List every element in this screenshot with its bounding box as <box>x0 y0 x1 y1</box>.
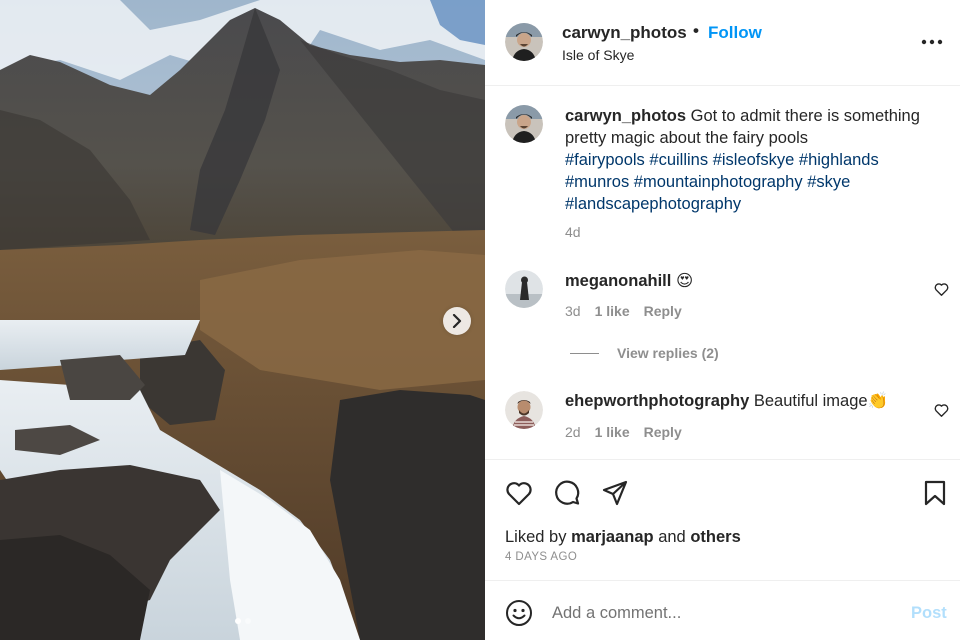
hashtag-link[interactable]: #munros <box>565 173 629 191</box>
caption-hashtags: #fairypools #cuillins #isleofskye #highl… <box>565 149 945 215</box>
liked-by-others-link[interactable]: others <box>690 528 740 546</box>
view-replies-divider <box>570 352 599 354</box>
post-author-username[interactable]: carwyn_photos <box>562 23 687 43</box>
comment-button[interactable] <box>553 479 581 507</box>
avatar[interactable] <box>505 391 543 429</box>
liked-by-user-link[interactable]: marjaanap <box>571 528 654 546</box>
comment-meta: 3d 1 like Reply <box>565 303 682 319</box>
comment-meta: 2d 1 like Reply <box>565 424 682 440</box>
bookmark-icon <box>924 480 946 506</box>
heart-icon <box>934 283 949 296</box>
hashtag-link[interactable]: #cuillins <box>649 151 708 169</box>
comment-text: 😍 <box>675 272 694 290</box>
post-details-panel: carwyn_photos • Follow Isle of Skye carw… <box>485 0 960 640</box>
carousel-dot-active <box>234 618 241 624</box>
follow-button[interactable]: Follow <box>708 23 762 43</box>
carousel-dot <box>244 618 251 624</box>
caption-username[interactable]: carwyn_photos <box>565 107 686 125</box>
comment-like-button[interactable] <box>934 282 949 296</box>
avatar[interactable] <box>505 23 543 61</box>
post-photo[interactable] <box>0 0 485 640</box>
paper-plane-icon <box>602 480 628 506</box>
view-replies-button[interactable]: View replies (2) <box>570 345 719 361</box>
comment-like-count[interactable]: 1 like <box>595 424 630 440</box>
save-button[interactable] <box>922 479 950 507</box>
comment-text: Beautiful image👏 <box>753 392 889 410</box>
hashtag-link[interactable]: #landscapephotography <box>565 195 741 213</box>
comment-input[interactable] <box>552 600 892 626</box>
liked-by-summary: Liked by marjaanap and others <box>505 528 741 547</box>
more-options-icon <box>921 39 943 45</box>
separator-dot: • <box>693 21 699 40</box>
hashtag-link[interactable]: #highlands <box>799 151 879 169</box>
comment-username[interactable]: ehepworthphotography <box>565 392 749 410</box>
post-header: carwyn_photos • Follow Isle of Skye <box>485 0 960 86</box>
comment-like-button[interactable] <box>934 403 949 417</box>
author-avatar-image <box>505 105 543 143</box>
comment-timestamp[interactable]: 3d <box>565 303 581 319</box>
reply-button[interactable]: Reply <box>644 303 682 319</box>
more-options-button[interactable] <box>921 38 943 46</box>
hashtag-link[interactable]: #fairypools <box>565 151 645 169</box>
next-slide-button[interactable] <box>443 307 471 335</box>
emoji-picker-button[interactable] <box>505 599 533 627</box>
author-avatar-image <box>505 23 543 61</box>
like-button[interactable] <box>505 479 533 507</box>
hashtag-link[interactable]: #mountainphotography <box>634 173 803 191</box>
chevron-right-icon <box>452 314 462 328</box>
comment-username[interactable]: meganonahill <box>565 272 671 290</box>
reply-button[interactable]: Reply <box>644 424 682 440</box>
commenter-avatar-image <box>505 391 543 429</box>
avatar[interactable] <box>505 105 543 143</box>
hashtag-link[interactable]: #skye <box>807 173 850 191</box>
liked-by-prefix: Liked by <box>505 528 567 546</box>
hashtag-link[interactable]: #isleofskye <box>713 151 795 169</box>
comment-composer: Post <box>485 580 960 640</box>
comment-bubble-icon <box>555 480 580 505</box>
post-location[interactable]: Isle of Skye <box>562 47 634 63</box>
comment-timestamp[interactable]: 2d <box>565 424 581 440</box>
avatar[interactable] <box>505 270 543 308</box>
mountain-waterfall-photo <box>0 0 485 640</box>
commenter-avatar-image <box>505 270 543 308</box>
comment-like-count[interactable]: 1 like <box>595 303 630 319</box>
comment-body: meganonahill 😍 <box>565 271 693 291</box>
heart-icon <box>506 482 532 506</box>
post-comment-button[interactable]: Post <box>911 604 947 623</box>
post-caption: carwyn_photos Got to admit there is some… <box>565 105 945 215</box>
view-replies-label: View replies (2) <box>617 345 719 361</box>
share-button[interactable] <box>601 479 629 507</box>
liked-by-and: and <box>658 528 686 546</box>
caption-timestamp[interactable]: 4d <box>565 224 581 240</box>
carousel-indicator <box>0 618 485 624</box>
post-action-bar <box>485 459 960 525</box>
heart-icon <box>934 404 949 417</box>
smiley-face-icon <box>506 600 532 626</box>
post-date[interactable]: 4 DAYS AGO <box>505 551 577 563</box>
comment-body: ehepworthphotography Beautiful image👏 <box>565 392 888 411</box>
